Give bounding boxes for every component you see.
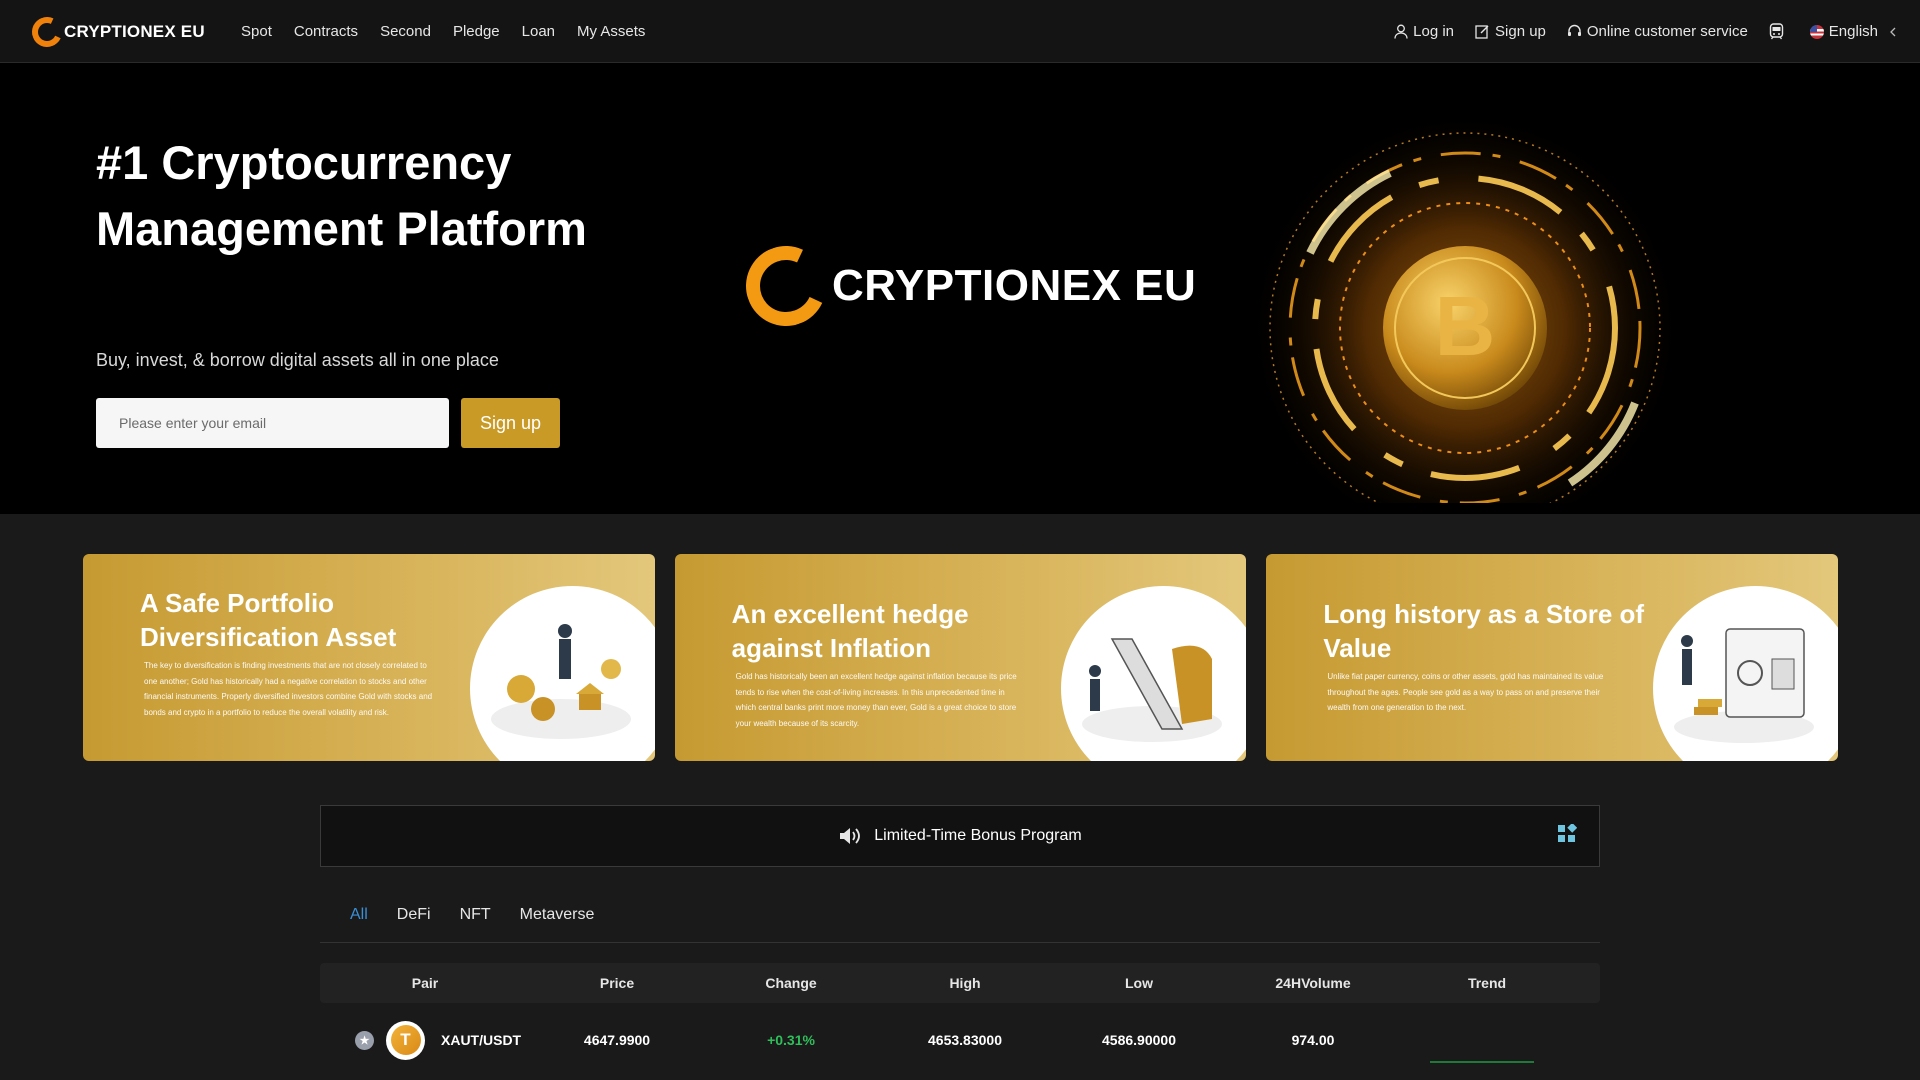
card-title: Long history as a Store of Value <box>1323 599 1645 663</box>
tab-metaverse[interactable]: Metaverse <box>520 906 595 924</box>
coin-symbol: T <box>390 1025 421 1055</box>
signup-label: Sign up <box>1495 23 1546 40</box>
high-cell: 4653.83000 <box>928 1032 1002 1048</box>
card-text: Gold has historically been an excellent … <box>735 672 1017 728</box>
nav-second[interactable]: Second <box>380 23 431 40</box>
announcement-text: Limited-Time Bonus Program <box>874 827 1082 844</box>
speaker-icon <box>840 828 861 844</box>
col-change: Change <box>765 975 817 991</box>
headset-icon <box>1567 24 1581 36</box>
download-app-button[interactable] <box>1769 23 1789 40</box>
investor-coins-illustration <box>490 624 631 739</box>
tab-nft[interactable]: NFT <box>460 906 491 924</box>
bitcoin-glow-illustration: B <box>1245 108 1685 503</box>
card-text: Unlike fiat paper currency, coins or oth… <box>1327 672 1604 712</box>
tether-gold-coin-icon: T <box>386 1020 425 1060</box>
nav-contracts[interactable]: Contracts <box>294 23 358 40</box>
chevron-left-icon <box>1890 27 1896 36</box>
edit-icon <box>1475 25 1489 39</box>
feature-card-diversification[interactable]: A Safe Portfolio Diversification Asset T… <box>83 554 655 761</box>
table-row[interactable]: ★ T XAUT/USDT 4647.9900 +0.31% 4653.8300… <box>320 1015 1600 1065</box>
language-selector[interactable]: English <box>1809 23 1900 40</box>
col-trend: Trend <box>1467 975 1507 991</box>
signup-link[interactable]: Sign up <box>1475 23 1546 40</box>
feature-cards: A Safe Portfolio Diversification Asset T… <box>83 554 1839 761</box>
col-price: Price <box>599 975 635 991</box>
market-tabs: All DeFi NFT Metaverse <box>320 888 1600 943</box>
hero-brand-logo: CRYPTIONEX EU <box>734 234 1197 338</box>
top-header: CRYPTIONEX EU Spot Contracts Second Pled… <box>0 0 1920 63</box>
login-link[interactable]: Log in <box>1394 23 1454 40</box>
brand-logo[interactable]: CRYPTIONEX EU <box>27 12 205 51</box>
feature-card-store-of-value[interactable]: Long history as a Store of Value Unlike … <box>1266 554 1839 761</box>
col-pair: Pair <box>411 975 439 991</box>
tab-all[interactable]: All <box>350 906 368 924</box>
favorite-star-icon[interactable]: ★ <box>355 1030 374 1050</box>
login-label: Log in <box>1413 23 1455 40</box>
svg-text:B: B <box>1435 279 1496 373</box>
hero-signup-button[interactable]: Sign up <box>461 398 560 448</box>
hero-title: #1 Cryptocurrency Management Platform <box>96 136 587 255</box>
hero-brand-name: CRYPTIONEX EU <box>832 261 1197 310</box>
market-table-header: Pair Price Change High Low 24HVolume Tre… <box>320 963 1600 1003</box>
email-input[interactable] <box>96 398 449 448</box>
user-icon <box>1394 24 1408 39</box>
app-icon <box>1769 23 1783 40</box>
nav-pledge[interactable]: Pledge <box>453 23 500 40</box>
vault-illustration <box>1674 628 1815 743</box>
tab-defi[interactable]: DeFi <box>397 906 431 924</box>
us-flag-icon <box>1809 24 1824 39</box>
card-text: The key to diversification is finding in… <box>144 661 433 717</box>
nav-loan[interactable]: Loan <box>522 23 555 40</box>
grid-menu-icon[interactable] <box>1557 824 1577 844</box>
hero-subtitle: Buy, invest, & borrow digital assets all… <box>96 350 499 370</box>
col-low: Low <box>1125 975 1153 991</box>
customer-service-label: Online customer service <box>1586 23 1748 40</box>
language-label: English <box>1828 23 1878 40</box>
customer-service-link[interactable]: Online customer service <box>1567 23 1748 40</box>
pair-cell: ★ T XAUT/USDT <box>320 1020 530 1060</box>
logo-c-icon <box>734 234 838 338</box>
nav-spot[interactable]: Spot <box>241 23 272 40</box>
hero-banner: #1 Cryptocurrency Management Platform Bu… <box>0 63 1920 514</box>
low-cell: 4586.90000 <box>1102 1032 1176 1048</box>
header-actions: Log in Sign up Online customer service E… <box>1373 0 1900 63</box>
brand-name: CRYPTIONEX EU <box>64 21 205 41</box>
card-title: An excellent hedge against Inflation <box>731 599 969 663</box>
feature-card-inflation-hedge[interactable]: An excellent hedge against Inflation Gol… <box>674 554 1247 761</box>
card-title: A Safe Portfolio Diversification Asset <box>140 588 397 652</box>
rising-chart-illustration <box>1082 638 1223 742</box>
announcement-bar[interactable]: Limited-Time Bonus Program <box>320 805 1600 867</box>
volume-cell: 974.00 <box>1291 1032 1335 1048</box>
price-cell: 4647.9900 <box>583 1032 651 1048</box>
change-cell: +0.31% <box>767 1032 815 1048</box>
logo-c-icon <box>27 12 67 51</box>
main-nav: Spot Contracts Second Pledge Loan My Ass… <box>241 0 667 63</box>
pair-name: XAUT/USDT <box>441 1032 522 1048</box>
col-high: High <box>949 975 981 991</box>
nav-my-assets[interactable]: My Assets <box>577 23 645 40</box>
col-volume: 24HVolume <box>1275 975 1351 991</box>
trend-sparkline <box>1430 1061 1534 1063</box>
